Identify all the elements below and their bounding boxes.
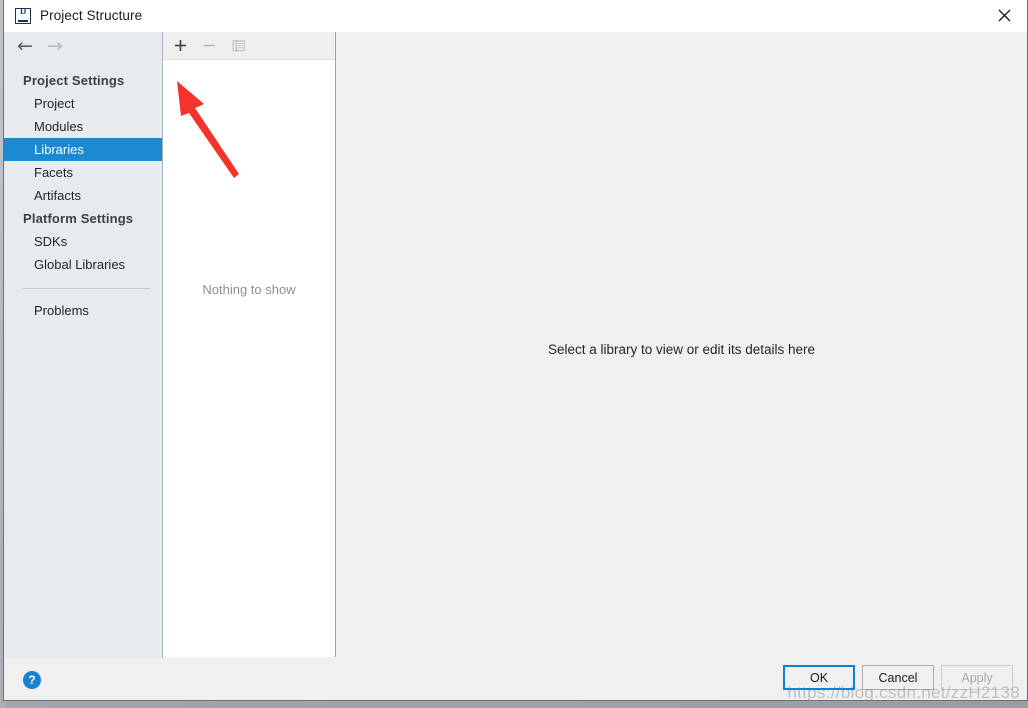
close-button[interactable] bbox=[981, 0, 1027, 31]
navigation-buttons: ← → bbox=[4, 32, 162, 60]
arrow-right-icon[interactable]: → bbox=[47, 36, 63, 56]
title-bar: Project Structure bbox=[4, 0, 1027, 32]
sidebar-item-problems[interactable]: Problems bbox=[4, 299, 162, 322]
sidebar-item-sdks[interactable]: SDKs bbox=[4, 230, 162, 253]
sidebar-item-artifacts[interactable]: Artifacts bbox=[4, 184, 162, 207]
detail-placeholder-message: Select a library to view or edit its det… bbox=[547, 342, 816, 357]
close-icon bbox=[998, 9, 1011, 22]
minus-icon bbox=[203, 39, 216, 52]
sidebar-group-project-settings: Project Settings bbox=[23, 73, 125, 88]
sidebar-item-libraries[interactable]: Libraries bbox=[4, 138, 162, 161]
remove-button[interactable] bbox=[201, 37, 218, 54]
add-button[interactable] bbox=[172, 37, 189, 54]
page-title: Project Structure bbox=[40, 8, 143, 23]
sidebar-item-global-libraries[interactable]: Global Libraries bbox=[4, 253, 162, 276]
sidebar-group-platform-settings: Platform Settings bbox=[23, 211, 134, 226]
copy-icon bbox=[232, 39, 246, 53]
library-detail-panel: Select a library to view or edit its det… bbox=[336, 32, 1027, 658]
arrow-left-icon[interactable]: ← bbox=[17, 36, 33, 56]
libraries-list-body[interactable]: Nothing to show bbox=[163, 60, 335, 657]
sidebar-item-facets[interactable]: Facets bbox=[4, 161, 162, 184]
watermark-text: https://blog.csdn.net/zzH2138 bbox=[787, 683, 1020, 702]
intellij-idea-icon bbox=[15, 7, 31, 24]
sidebar-item-project[interactable]: Project bbox=[4, 92, 162, 115]
libraries-toolbar bbox=[163, 32, 335, 60]
sidebar-nav-list: Project Settings Project Modules Librari… bbox=[4, 60, 162, 658]
sidebar-divider bbox=[23, 288, 150, 289]
settings-sidebar: ← → Project Settings Project Modules Lib… bbox=[4, 32, 163, 658]
empty-state-label: Nothing to show bbox=[202, 282, 296, 297]
project-structure-dialog: Project Structure ← → Project Settings P… bbox=[3, 0, 1028, 701]
dialog-body: ← → Project Settings Project Modules Lib… bbox=[4, 32, 1027, 658]
libraries-list-panel: Nothing to show bbox=[163, 32, 336, 657]
plus-icon bbox=[174, 39, 187, 52]
sidebar-item-modules[interactable]: Modules bbox=[4, 115, 162, 138]
help-circle-icon[interactable] bbox=[23, 670, 41, 689]
copy-button[interactable] bbox=[230, 37, 247, 54]
